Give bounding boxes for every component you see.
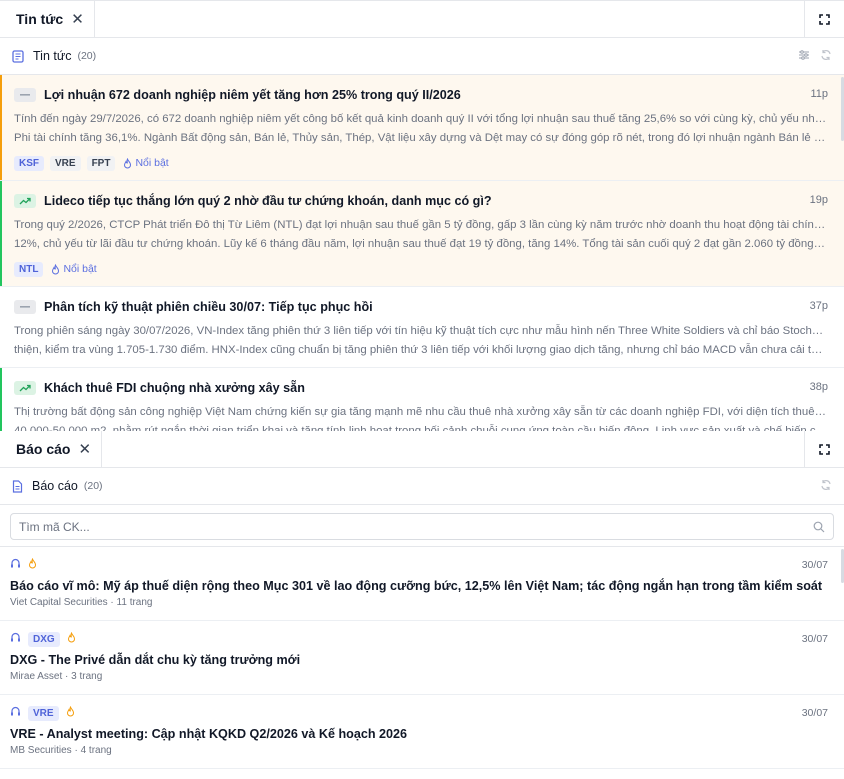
news-list[interactable]: Lợi nhuận 672 doanh nghiệp niêm yết tăng… (0, 75, 844, 432)
news-title[interactable]: Lợi nhuận 672 doanh nghiệp niêm yết tăng… (44, 88, 461, 102)
hot-badge: Nổi bật (51, 263, 97, 275)
news-item[interactable]: Lợi nhuận 672 doanh nghiệp niêm yết tăng… (0, 75, 844, 181)
report-meta: Mirae Asset · 3 trang (10, 671, 103, 682)
search-box[interactable] (10, 513, 834, 540)
search-bar (0, 505, 844, 547)
news-summary-line: Thị trường bất động sản công nghiệp Việt… (14, 406, 828, 418)
news-item[interactable]: Khách thuê FDI chuộng nhà xưởng xây sẵn … (0, 368, 844, 432)
news-accent-bar (0, 75, 2, 180)
news-summary-line: Phi tài chính tăng 36,1%. Ngành Bất động… (14, 131, 828, 144)
news-item[interactable]: Phân tích kỹ thuật phiên chiều 30/07: Ti… (0, 287, 844, 368)
news-summary-line: Trong quý 2/2026, CTCP Phát triển Đô thị… (14, 219, 828, 231)
news-summary-line: Trong phiên sáng ngày 30/07/2026, VN-Ind… (14, 325, 828, 337)
reports-panel: Báo cáo ✕ Báo cáo (20) Tìm mã CK... 30/0… (0, 431, 844, 779)
analyst-icon (10, 556, 21, 574)
report-date: 30/07 (801, 707, 828, 719)
newspaper-icon (12, 49, 24, 63)
report-date: 30/07 (801, 559, 828, 571)
fire-icon (66, 704, 75, 722)
news-time: 37p (809, 300, 828, 312)
trend-icon (14, 300, 36, 314)
reports-header: Báo cáo (20) (0, 468, 844, 505)
news-header: Tin tức (20) (0, 38, 844, 75)
close-icon[interactable]: ✕ (78, 440, 91, 458)
report-item[interactable]: DXG 30/07 DXG - The Privé dẫn dắt chu kỳ… (0, 621, 844, 695)
fire-icon (67, 630, 76, 648)
news-time: 38p (809, 381, 828, 393)
news-summary: Tính đến ngày 29/7/2026, có 672 doanh ng… (14, 110, 828, 147)
reports-tabbar: Báo cáo ✕ (0, 431, 844, 468)
fire-icon (28, 556, 37, 574)
news-time: 19p (809, 194, 828, 206)
ticker-tag[interactable]: VRE (28, 705, 59, 721)
news-tags: KSF VRE FPT Nổi bật (14, 154, 830, 172)
refresh-icon[interactable] (820, 49, 832, 64)
news-summary-line: thiện, kiểm tra vùng 1.705-1.730 điểm. H… (14, 343, 828, 356)
search-icon[interactable] (813, 520, 825, 538)
trend-icon (14, 88, 36, 102)
tab-reports-label: Báo cáo (16, 441, 71, 457)
news-title[interactable]: Lideco tiếp tục thắng lớn quý 2 nhờ đầu … (44, 194, 492, 208)
fire-icon (52, 263, 60, 274)
ticker-tag[interactable]: VRE (50, 155, 81, 171)
fire-icon (124, 157, 132, 168)
news-accent-bar (0, 181, 2, 286)
report-title[interactable]: VRE - Analyst meeting: Cập nhật KQKD Q2/… (10, 727, 834, 741)
expand-icon[interactable] (804, 1, 844, 37)
news-tags: NTL Nổi bật (14, 260, 830, 278)
news-tabbar: Tin tức ✕ (0, 1, 844, 38)
news-panel: Tin tức ✕ Tin tức (20) Lợi nhuận 672 doa… (0, 0, 844, 432)
news-time: 11p (810, 88, 828, 100)
report-meta: Viet Capital Securities · 11 trang (10, 597, 153, 608)
news-summary: Trong phiên sáng ngày 30/07/2026, VN-Ind… (14, 322, 828, 359)
hot-label: Nổi bật (63, 263, 97, 275)
news-summary: Trong quý 2/2026, CTCP Phát triển Đô thị… (14, 216, 828, 253)
expand-icon[interactable] (804, 431, 844, 467)
news-count: (20) (77, 50, 97, 62)
news-summary-line: 12%, chủ yếu từ lãi đầu tư chứng khoán. … (14, 237, 828, 250)
news-accent-bar (0, 368, 2, 432)
reports-header-title: Báo cáo (32, 479, 78, 493)
report-title[interactable]: DXG - The Privé dẫn dắt chu kỳ tăng trưở… (10, 653, 834, 667)
filter-icon[interactable] (798, 49, 810, 64)
hot-badge: Nổi bật (123, 157, 169, 169)
search-input[interactable] (19, 519, 799, 534)
tab-news[interactable]: Tin tức ✕ (0, 1, 95, 37)
report-date: 30/07 (801, 633, 828, 645)
tab-news-label: Tin tức (16, 11, 64, 27)
refresh-icon[interactable] (820, 479, 832, 494)
hot-label: Nổi bật (135, 157, 169, 169)
trend-icon (14, 381, 36, 395)
report-item[interactable]: 30/07 Báo cáo vĩ mô: Mỹ áp thuế diện rộn… (0, 547, 844, 621)
ticker-tag[interactable]: NTL (14, 261, 44, 277)
ticker-tag[interactable]: DXG (28, 631, 60, 647)
news-summary-line: Tính đến ngày 29/7/2026, có 672 doanh ng… (14, 113, 828, 125)
reports-count: (20) (83, 480, 103, 492)
news-title[interactable]: Phân tích kỹ thuật phiên chiều 30/07: Ti… (44, 300, 373, 314)
report-item[interactable]: VRE 30/07 VRE - Analyst meeting: Cập nhậ… (0, 695, 844, 769)
close-icon[interactable]: ✕ (71, 10, 84, 28)
report-title[interactable]: Báo cáo vĩ mô: Mỹ áp thuế diện rộng theo… (10, 579, 834, 593)
news-header-title: Tin tức (33, 49, 72, 63)
ticker-tag[interactable]: KSF (14, 155, 44, 171)
report-meta: MB Securities · 4 trang (10, 745, 112, 756)
document-icon (12, 479, 23, 493)
reports-list[interactable]: 30/07 Báo cáo vĩ mô: Mỹ áp thuế diện rộn… (0, 547, 844, 779)
tab-reports[interactable]: Báo cáo ✕ (0, 431, 103, 467)
news-summary: Thị trường bất động sản công nghiệp Việt… (14, 403, 828, 432)
news-item[interactable]: Lideco tiếp tục thắng lớn quý 2 nhờ đầu … (0, 181, 844, 287)
analyst-icon (10, 704, 21, 722)
analyst-icon (10, 630, 21, 648)
ticker-tag[interactable]: FPT (86, 155, 116, 171)
news-title[interactable]: Khách thuê FDI chuộng nhà xưởng xây sẵn (44, 381, 305, 395)
trend-icon (14, 194, 36, 208)
